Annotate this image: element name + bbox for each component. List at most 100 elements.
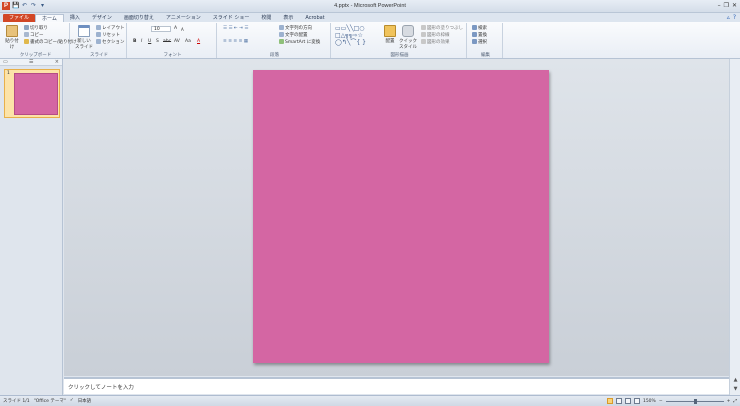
spell-check-icon[interactable]: ✓ — [70, 398, 74, 404]
maximize-button[interactable]: ❐ — [724, 2, 729, 9]
scroll-down-arrow[interactable]: ▼ — [732, 386, 739, 393]
new-slide-button[interactable]: 新しい スライド — [75, 25, 93, 50]
theme-name: "Office テーマ" — [33, 399, 66, 404]
slide-sorter-icon[interactable] — [615, 398, 622, 404]
slide-thumbnail-1[interactable]: 1 — [4, 69, 60, 118]
italic-button[interactable]: I — [141, 39, 142, 44]
drawing-group: ▭▭╲╲□○ □△╗╗⇨☆ ◯↰╲⌒{ } 配置 クイック スタイル 図形の塗り… — [333, 23, 467, 58]
slide-number: 1 — [7, 71, 10, 76]
pen-icon — [421, 32, 426, 37]
tab-acrobat[interactable]: Acrobat — [299, 14, 330, 22]
status-left: スライド 1/1 "Office テーマ" ✓ 日本語 — [3, 398, 91, 404]
slide-counter: スライド 1/1 — [3, 399, 30, 404]
quick-styles-button[interactable]: クイック スタイル — [399, 25, 417, 50]
effects-icon — [421, 39, 426, 44]
notes-placeholder: クリックしてノートを入力 — [68, 385, 134, 391]
smartart-button[interactable]: SmartArt に変換 — [279, 39, 320, 45]
tab-file[interactable]: ファイル — [3, 14, 36, 22]
align-text-button[interactable]: 文字の配置 — [279, 32, 308, 38]
bold-button[interactable]: B — [133, 39, 136, 44]
select-button[interactable]: 選択 — [472, 39, 487, 45]
zoom-out-button[interactable]: − — [659, 399, 663, 404]
shape-fill-button[interactable]: 図形の塗りつぶし — [421, 25, 463, 31]
zoom-slider-thumb[interactable] — [693, 398, 697, 404]
text-direction-button[interactable]: 文字列の方向 — [279, 25, 312, 31]
font-color-button[interactable]: A — [197, 39, 200, 44]
status-bar: スライド 1/1 "Office テーマ" ✓ 日本語 150% − + ⤢ — [0, 395, 740, 406]
slide-editing-area — [64, 59, 729, 376]
tab-design[interactable]: デザイン — [86, 14, 118, 22]
strikethrough-button[interactable]: abc — [163, 39, 171, 44]
editing-group: 検索 置換 選択 編集 — [469, 23, 503, 58]
current-slide[interactable] — [253, 70, 549, 363]
align-icon[interactable]: ≡ ≡ ≡ ≡ ▦ — [223, 39, 248, 44]
reset-icon — [96, 32, 101, 37]
normal-view-icon[interactable] — [606, 398, 613, 404]
paste-icon — [6, 25, 18, 37]
scroll-up-arrow[interactable]: ▲ — [732, 377, 739, 384]
tab-animations[interactable]: アニメーション — [160, 14, 207, 22]
cut-button[interactable]: 切り取り — [24, 25, 48, 31]
zoom-slider[interactable] — [665, 398, 724, 404]
tab-home[interactable]: ホーム — [35, 14, 64, 22]
drawing-group-label: 図形描画 — [390, 53, 409, 58]
fit-to-window-icon[interactable]: ⤢ — [733, 398, 737, 404]
scissors-icon — [24, 25, 29, 30]
slides-group: 新しい スライド レイアウト リセット セクション スライド — [72, 23, 127, 58]
layout-button[interactable]: レイアウト — [96, 25, 125, 31]
underline-button[interactable]: U — [148, 39, 151, 44]
format-painter-button[interactable]: 書式のコピー/貼り付け — [24, 39, 77, 45]
reset-button[interactable]: リセット — [96, 32, 120, 38]
help-icon[interactable]: ? — [733, 14, 736, 21]
tab-insert[interactable]: 挿入 — [64, 14, 86, 22]
shrink-font-button[interactable]: A — [181, 27, 184, 32]
paste-button[interactable]: 貼り付け — [4, 25, 20, 50]
char-spacing-button[interactable]: AV — [174, 39, 180, 44]
bullets-icon[interactable]: ☰ ☰ ⇤ ⇥ ☰ — [223, 26, 248, 31]
align-text-icon — [279, 32, 284, 37]
shapes-gallery[interactable]: ▭▭╲╲□○ □△╗╗⇨☆ ◯↰╲⌒{ } — [335, 25, 377, 46]
copy-button[interactable]: コピー — [24, 32, 44, 38]
close-button[interactable]: ✕ — [732, 2, 737, 9]
vertical-scrollbar[interactable]: ▲ ▼ — [729, 59, 740, 395]
arrange-icon — [384, 25, 396, 37]
minimize-ribbon-icon[interactable]: ▵ — [727, 14, 730, 21]
grow-font-button[interactable]: A — [174, 26, 177, 31]
replace-icon — [472, 32, 477, 37]
tab-transitions[interactable]: 画面切り替え — [118, 14, 160, 22]
find-button[interactable]: 検索 — [472, 25, 487, 31]
slides-tab-icon[interactable]: ▭ — [3, 59, 8, 65]
arrange-button[interactable]: 配置 — [383, 25, 397, 44]
zoom-level[interactable]: 150% — [643, 399, 656, 404]
reading-view-icon[interactable] — [624, 398, 631, 404]
section-button[interactable]: セクション — [96, 39, 125, 45]
outline-tab-icon[interactable]: ☰ — [29, 59, 33, 65]
font-size-box[interactable]: 10 — [151, 26, 171, 32]
layout-icon — [96, 25, 101, 30]
select-arrow-icon — [472, 39, 477, 44]
paragraph-group-label: 段落 — [270, 53, 279, 58]
minimize-button[interactable]: – — [718, 2, 721, 9]
slide-thumbnail-preview — [14, 73, 58, 115]
change-case-button[interactable]: Aa — [185, 39, 191, 44]
font-group: 10 A A B I U S abc AV Aa A フォント — [129, 23, 217, 58]
window-title: 4.pptx - Microsoft PowerPoint — [334, 3, 406, 9]
shape-effects-button[interactable]: 図形の効果 — [421, 39, 450, 45]
shape-outline-button[interactable]: 図形の枠線 — [421, 32, 450, 38]
tab-view[interactable]: 表示 — [277, 14, 299, 22]
editing-group-label: 編集 — [481, 53, 490, 58]
window-controls: – ❐ ✕ — [718, 2, 737, 9]
smartart-icon — [279, 39, 284, 44]
shadow-button[interactable]: S — [156, 39, 159, 44]
slideshow-view-icon[interactable] — [633, 398, 640, 404]
paint-bucket-icon — [421, 25, 426, 30]
tab-review[interactable]: 校閲 — [255, 14, 277, 22]
zoom-in-button[interactable]: + — [727, 399, 731, 404]
close-pane-icon[interactable]: × — [55, 59, 59, 65]
replace-button[interactable]: 置換 — [472, 32, 487, 38]
help-area: ▵ ? — [727, 14, 736, 21]
language-indicator[interactable]: 日本語 — [78, 398, 92, 404]
notes-pane[interactable]: クリックしてノートを入力 — [64, 377, 729, 394]
tab-slideshow[interactable]: スライド ショー — [207, 14, 256, 22]
status-right: 150% − + ⤢ — [606, 398, 737, 404]
